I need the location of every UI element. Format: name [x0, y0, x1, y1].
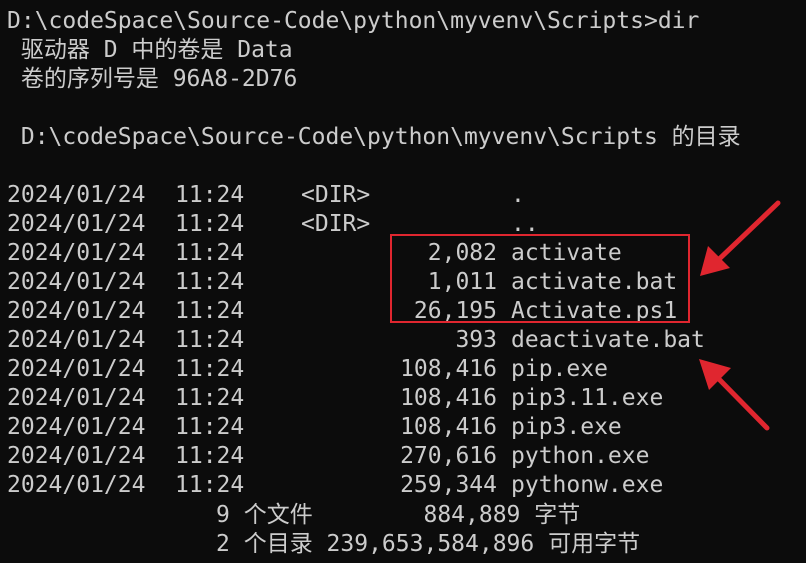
arrow-upper: [700, 200, 781, 276]
annotation-arrows: [699, 200, 781, 431]
terminal-window[interactable]: D:\codeSpace\Source-Code\python\myvenv\S…: [0, 0, 806, 563]
arrow-lower: [699, 359, 770, 431]
